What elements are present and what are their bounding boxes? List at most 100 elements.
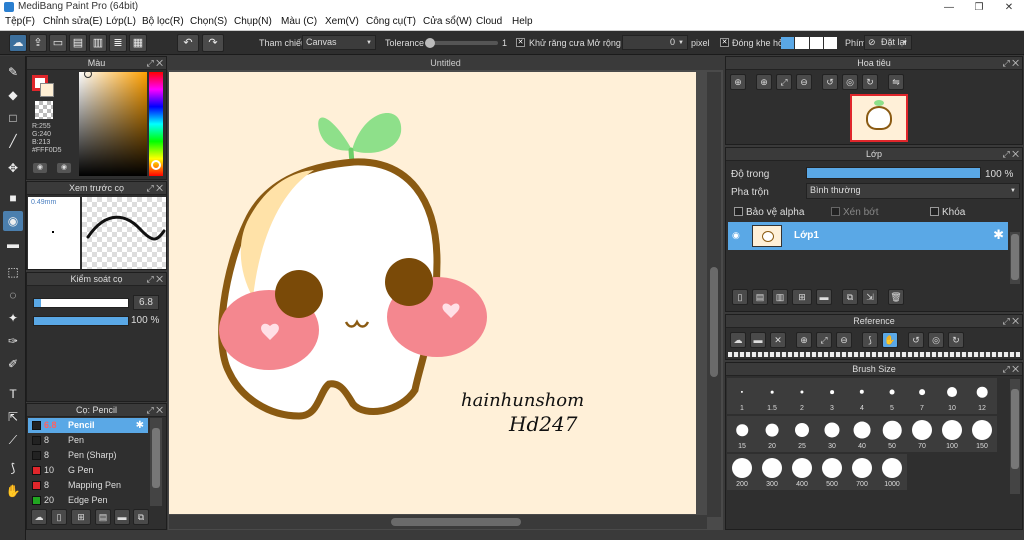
copy-brush-icon[interactable]: ▤ bbox=[95, 509, 111, 525]
new-halftone-layer-icon[interactable]: ▤ bbox=[752, 289, 768, 305]
canvas-vertical-scroll-thumb[interactable] bbox=[710, 267, 718, 377]
brush-size-option[interactable]: 1 bbox=[727, 378, 757, 414]
tolerance-slider-handle[interactable] bbox=[425, 38, 435, 48]
brush-size-option[interactable]: 2 bbox=[787, 378, 817, 414]
layer-visibility-icon[interactable]: ◉ bbox=[732, 230, 740, 241]
hue-slider-handle[interactable] bbox=[151, 160, 161, 170]
color-mode-button[interactable]: ◉ bbox=[33, 163, 47, 173]
duplicate-layer-icon[interactable]: ⧉ bbox=[842, 289, 858, 305]
layer-settings-icon[interactable]: ✱ bbox=[993, 227, 1004, 243]
menu-tools[interactable]: Công cụ(T) bbox=[366, 16, 416, 27]
menu-file[interactable]: Tệp(F) bbox=[5, 16, 35, 27]
panel-expand-icon[interactable]: ⤢ ✕ bbox=[146, 273, 163, 286]
close-gap-checkbox[interactable]: ✕ bbox=[720, 38, 729, 47]
brush-size-option[interactable]: 40 bbox=[847, 416, 877, 452]
brush-item-pen[interactable]: 8 Pen bbox=[28, 433, 148, 448]
delete-brush-icon[interactable]: ⧉ bbox=[133, 509, 149, 525]
brush-size-option[interactable]: 7 bbox=[907, 378, 937, 414]
brush-size-option[interactable]: 1.5 bbox=[757, 378, 787, 414]
comment-icon[interactable]: ▤ bbox=[69, 34, 87, 52]
list-icon[interactable]: ≣ bbox=[109, 34, 127, 52]
select-eraser-tool-icon[interactable]: ✐ bbox=[3, 354, 23, 374]
brush-item-mapping-pen[interactable]: 8 Mapping Pen bbox=[28, 478, 148, 493]
text-tool-icon[interactable]: T bbox=[3, 384, 23, 404]
brush-size-option[interactable]: 400 bbox=[787, 454, 817, 490]
reference-eyedropper-icon[interactable]: ⟆ bbox=[862, 332, 878, 348]
brush-item-pencil[interactable]: 6.8 Pencil ✱ bbox=[28, 418, 148, 433]
brush-size-option[interactable]: 500 bbox=[817, 454, 847, 490]
zoom-plus-icon[interactable]: ⊕ bbox=[756, 74, 772, 90]
reset-button[interactable]: ⊘ Đặt lại bbox=[864, 35, 912, 50]
menu-select[interactable]: Chọn(S) bbox=[190, 16, 227, 27]
close-button[interactable]: ✕ bbox=[994, 0, 1024, 15]
brush-size-option[interactable]: 70 bbox=[907, 416, 937, 452]
hand-tool-icon[interactable]: ✋ bbox=[3, 481, 23, 501]
reference-rotate-right-icon[interactable]: ↻ bbox=[948, 332, 964, 348]
menu-window[interactable]: Cửa sổ(W) bbox=[423, 16, 472, 27]
reference-close-icon[interactable]: ✕ bbox=[770, 332, 786, 348]
gap-level-2[interactable] bbox=[795, 37, 809, 49]
folder-brush-icon[interactable]: ▬ bbox=[114, 509, 130, 525]
dot-tool-icon[interactable]: □ bbox=[3, 108, 23, 128]
zoom-out-icon[interactable]: ⊖ bbox=[796, 74, 812, 90]
rotate-right-icon[interactable]: ↻ bbox=[862, 74, 878, 90]
cloud-brush-icon[interactable]: ☁ bbox=[31, 509, 47, 525]
eraser-tool-icon[interactable]: ◆ bbox=[3, 85, 23, 105]
layer-row-1[interactable]: ◉ Lớp1 ✱ bbox=[728, 222, 1008, 250]
brush-size-option[interactable]: 30 bbox=[817, 416, 847, 452]
brush-size-option[interactable]: 50 bbox=[877, 416, 907, 452]
document-icon[interactable]: ▥ bbox=[89, 34, 107, 52]
cloud-icon[interactable]: ☁ bbox=[9, 34, 27, 52]
antialias-checkbox[interactable]: ✕ bbox=[516, 38, 525, 47]
reference-rotate-left-icon[interactable]: ↺ bbox=[908, 332, 924, 348]
layer-folder-icon[interactable]: ▬ bbox=[816, 289, 832, 305]
shape-tool-icon[interactable]: ■ bbox=[3, 188, 23, 208]
canvas-horizontal-scroll-thumb[interactable] bbox=[391, 518, 521, 526]
document-tab[interactable]: Untitled bbox=[168, 56, 723, 70]
brush-size-option[interactable]: 100 bbox=[937, 416, 967, 452]
brush-size-option[interactable]: 4 bbox=[847, 378, 877, 414]
new-brush-icon[interactable]: ▯ bbox=[51, 509, 67, 525]
fit-view-icon[interactable]: ⤢ bbox=[776, 74, 792, 90]
protect-alpha-checkbox[interactable] bbox=[734, 207, 743, 216]
brush-size-option[interactable]: 300 bbox=[757, 454, 787, 490]
reference-zoom-out-icon[interactable]: ⊖ bbox=[836, 332, 852, 348]
brush-size-option[interactable]: 1000 bbox=[877, 454, 907, 490]
layer-list-scrollbar[interactable] bbox=[1010, 232, 1020, 284]
menu-color[interactable]: Màu (C) bbox=[281, 16, 317, 27]
menu-filter[interactable]: Bộ lọc(R) bbox=[142, 16, 184, 27]
brush-size-option[interactable]: 12 bbox=[967, 378, 997, 414]
gap-level-3[interactable] bbox=[809, 37, 823, 49]
menu-layer[interactable]: Lớp(L) bbox=[106, 16, 136, 27]
new-layer-icon[interactable]: ▯ bbox=[732, 289, 748, 305]
brush-size-option[interactable]: 3 bbox=[817, 378, 847, 414]
gap-level-4[interactable] bbox=[823, 37, 837, 49]
select-pen-tool-icon[interactable]: ✑ bbox=[3, 331, 23, 351]
panel-expand-icon[interactable]: ⤢ ✕ bbox=[146, 57, 163, 70]
layer-opacity-slider[interactable] bbox=[806, 167, 981, 179]
panel-expand-icon[interactable]: ⤢ ✕ bbox=[146, 182, 163, 195]
color-swap-button[interactable]: ◉ bbox=[57, 163, 71, 173]
zoom-in-icon[interactable]: ⊕ bbox=[730, 74, 746, 90]
transparent-swatch[interactable] bbox=[35, 101, 53, 119]
merge-layer-icon[interactable]: ⇲ bbox=[862, 289, 878, 305]
brush-size-option[interactable]: 20 bbox=[757, 416, 787, 452]
gap-level-1[interactable] bbox=[781, 37, 795, 49]
brush-tool-icon[interactable]: ✎ bbox=[3, 62, 23, 82]
brush-size-option[interactable]: 700 bbox=[847, 454, 877, 490]
brush-item-g-pen[interactable]: 10 G Pen bbox=[28, 463, 148, 478]
tolerance-slider[interactable] bbox=[425, 38, 498, 48]
reference-open-icon[interactable]: ▬ bbox=[750, 332, 766, 348]
reference-hand-icon[interactable]: ✋ bbox=[882, 332, 898, 348]
brush-size-option[interactable]: 10 bbox=[937, 378, 967, 414]
maximize-button[interactable]: ❐ bbox=[964, 0, 994, 15]
upload-icon[interactable]: ⇪ bbox=[29, 34, 47, 52]
brush-size-scroll-thumb[interactable] bbox=[1011, 389, 1019, 469]
menu-cloud[interactable]: Cloud bbox=[476, 16, 502, 27]
expand-spinner[interactable]: 0 bbox=[622, 35, 688, 50]
new-8bit-layer-icon[interactable]: ▥ bbox=[772, 289, 788, 305]
reset-rotation-icon[interactable]: ◎ bbox=[842, 74, 858, 90]
panel-expand-icon[interactable]: ⤢ ✕ bbox=[1002, 315, 1019, 328]
bucket-tool-icon[interactable]: ◉ bbox=[3, 211, 23, 231]
color-picker-cursor[interactable] bbox=[84, 70, 92, 78]
